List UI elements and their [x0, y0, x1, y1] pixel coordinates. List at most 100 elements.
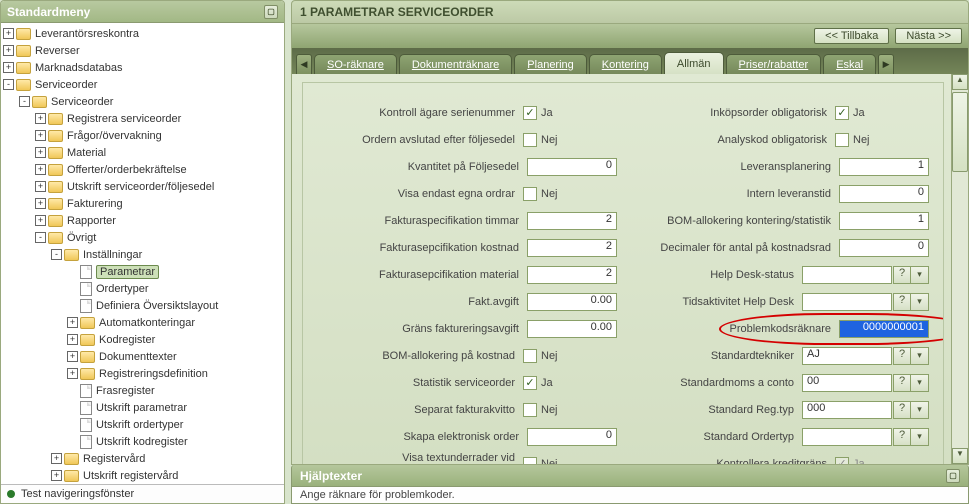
tree-label[interactable]: Fakturering — [67, 198, 123, 210]
tab[interactable]: Dokumenträknare — [399, 54, 512, 74]
tree-node[interactable]: Ordertyper — [3, 280, 284, 297]
tree-label[interactable]: Frågor/övervakning — [67, 130, 162, 142]
combo-help-button[interactable]: ? — [893, 347, 911, 365]
tree-toggle[interactable]: - — [35, 232, 46, 243]
tree-label[interactable]: Automatkonteringar — [99, 317, 195, 329]
form-scrollbar[interactable]: ▲ ▼ — [951, 74, 968, 464]
tab-scroll-right[interactable]: ▶ — [878, 54, 894, 74]
tree-toggle[interactable]: + — [3, 45, 14, 56]
number-input[interactable]: 0 — [839, 185, 929, 203]
tree-node[interactable]: +Registrera serviceorder — [3, 110, 284, 127]
number-input[interactable]: 0.00 — [527, 320, 617, 338]
combo-dropdown-button[interactable]: ▾ — [911, 401, 929, 419]
tree-label[interactable]: Registrera serviceorder — [67, 113, 181, 125]
tree-node[interactable]: +Kodregister — [3, 331, 284, 348]
checkbox[interactable]: ✓ — [835, 106, 849, 120]
tree-node[interactable]: -Övrigt — [3, 229, 284, 246]
tree-toggle[interactable]: + — [3, 62, 14, 73]
tree-label[interactable]: Leverantörsreskontra — [35, 28, 139, 40]
combo-input[interactable]: AJ — [802, 347, 892, 365]
tree-node[interactable]: + Rapporter — [3, 212, 284, 229]
tree-node[interactable]: + Marknadsdatabas — [3, 59, 284, 76]
tree-node[interactable]: Frasregister — [3, 382, 284, 399]
tree-node[interactable]: Utskrift ordertyper — [3, 416, 284, 433]
tree-node[interactable]: + Registreringsdefinition — [3, 365, 284, 382]
tab[interactable]: Priser/rabatter — [726, 54, 822, 74]
combo-input[interactable]: 000 — [802, 401, 892, 419]
combo-dropdown-button[interactable]: ▾ — [911, 293, 929, 311]
tree-toggle[interactable]: + — [35, 215, 46, 226]
tree-toggle[interactable]: - — [51, 249, 62, 260]
scroll-thumb[interactable] — [952, 92, 968, 172]
checkbox[interactable]: ✓ — [523, 376, 537, 390]
checkbox[interactable] — [523, 457, 537, 465]
combo-input[interactable]: 00 — [802, 374, 892, 392]
tree-node[interactable]: Definiera Översiktslayout — [3, 297, 284, 314]
combo-help-button[interactable]: ? — [893, 401, 911, 419]
tree-label[interactable]: Utskrift parametrar — [96, 402, 187, 414]
tree-toggle[interactable]: + — [51, 453, 62, 464]
tree-label[interactable]: Parametrar — [96, 265, 159, 279]
combo-input[interactable] — [802, 293, 892, 311]
tree-label[interactable]: Registreringsdefinition — [99, 368, 208, 380]
tree-toggle[interactable]: + — [67, 368, 78, 379]
tree-label[interactable]: Utskrift kodregister — [96, 436, 188, 448]
tree-toggle[interactable]: + — [3, 28, 14, 39]
tree-label[interactable]: Definiera Översiktslayout — [96, 300, 218, 312]
tree-node[interactable]: - Serviceorder — [3, 93, 284, 110]
number-input[interactable]: 0000000001 — [839, 320, 929, 338]
number-input[interactable]: 0.00 — [527, 293, 617, 311]
tree-node[interactable]: Utskrift parametrar — [3, 399, 284, 416]
number-input[interactable]: 1 — [839, 158, 929, 176]
tree-label[interactable]: Rapporter — [67, 215, 116, 227]
checkbox[interactable] — [523, 403, 537, 417]
checkbox[interactable] — [523, 187, 537, 201]
tree-node[interactable]: +Material — [3, 144, 284, 161]
tree-node[interactable]: + Automatkonteringar — [3, 314, 284, 331]
number-input[interactable]: 2 — [527, 239, 617, 257]
combo-help-button[interactable]: ? — [893, 266, 911, 284]
tree-label[interactable]: Dokumenttexter — [99, 351, 177, 363]
tree-label[interactable]: Material — [67, 147, 106, 159]
tab[interactable]: Kontering — [589, 54, 662, 74]
help-collapse-button[interactable]: ▢ — [946, 469, 960, 483]
tree-label[interactable]: Utskrift ordertyper — [96, 419, 183, 431]
tree-label[interactable]: Ordertyper — [96, 283, 149, 295]
tree-node[interactable]: + Frågor/övervakning — [3, 127, 284, 144]
number-input[interactable]: 0 — [527, 158, 617, 176]
next-button[interactable]: Nästa >> — [895, 28, 962, 44]
combo-help-button[interactable]: ? — [893, 374, 911, 392]
tree-label[interactable]: Kodregister — [99, 334, 155, 346]
scroll-up-button[interactable]: ▲ — [952, 74, 968, 90]
tree-node[interactable]: Utskrift kodregister — [3, 433, 284, 450]
back-button[interactable]: << Tillbaka — [814, 28, 889, 44]
checkbox[interactable] — [523, 349, 537, 363]
tree-label[interactable]: Serviceorder — [51, 96, 113, 108]
tree-toggle[interactable]: + — [35, 181, 46, 192]
tree-node[interactable]: +Utskrift serviceorder/följesedel — [3, 178, 284, 195]
number-input[interactable]: 0 — [527, 428, 617, 446]
tree-toggle[interactable]: - — [19, 96, 30, 107]
tree-label[interactable]: Offerter/orderbekräftelse — [67, 164, 187, 176]
tree-toggle[interactable]: + — [35, 130, 46, 141]
tree-toggle[interactable]: + — [35, 164, 46, 175]
number-input[interactable]: 2 — [527, 212, 617, 230]
number-input[interactable]: 1 — [839, 212, 929, 230]
combo-input[interactable] — [802, 266, 892, 284]
tree-node[interactable]: -Serviceorder — [3, 76, 284, 93]
combo-dropdown-button[interactable]: ▾ — [911, 266, 929, 284]
tree-label[interactable]: Frasregister — [96, 385, 155, 397]
tree-node[interactable]: +Registervård — [3, 450, 284, 467]
combo-help-button[interactable]: ? — [893, 428, 911, 446]
tree-label[interactable]: Marknadsdatabas — [35, 62, 122, 74]
tree-node[interactable]: Parametrar — [3, 263, 284, 280]
tree-label[interactable]: Utskrift registervård — [83, 470, 178, 482]
tree-toggle[interactable]: + — [67, 317, 78, 328]
number-input[interactable]: 0 — [839, 239, 929, 257]
combo-dropdown-button[interactable]: ▾ — [911, 428, 929, 446]
tree-label[interactable]: Inställningar — [83, 249, 142, 261]
tree-node[interactable]: - Inställningar — [3, 246, 284, 263]
tree-node[interactable]: + Leverantörsreskontra — [3, 25, 284, 42]
tree-node[interactable]: +Utskrift registervård — [3, 467, 284, 484]
tree-toggle[interactable]: + — [35, 198, 46, 209]
